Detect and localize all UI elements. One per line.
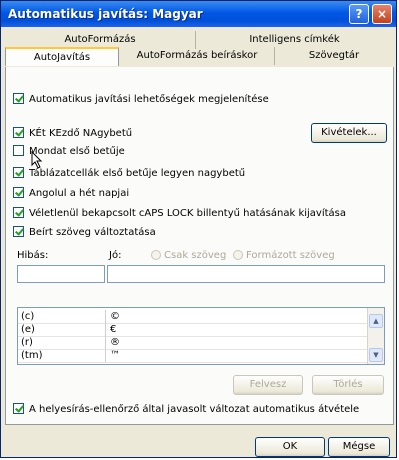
list-scrollbar[interactable]: ▲ ▼ xyxy=(367,308,384,364)
scroll-down-icon[interactable]: ▼ xyxy=(369,348,383,362)
checkbox-box xyxy=(13,207,24,218)
replace-text-checkbox[interactable]: Beírt szöveg változtatása xyxy=(13,226,156,240)
two-initial-caps-checkbox[interactable]: KÉt KEzdő NAgybetű xyxy=(13,127,132,141)
checkbox-label: Mondat első betűje xyxy=(29,146,125,157)
replace-from-input[interactable] xyxy=(17,265,105,283)
radio-formatted-text[interactable]: Formázott szöveg xyxy=(233,250,335,261)
tab-autocorrect[interactable]: AutoJavítás xyxy=(5,47,119,66)
list-item-from: (r) xyxy=(21,336,106,349)
autocorrect-dialog: Automatikus javítás: Magyar ? × AutoForm… xyxy=(0,0,397,458)
checkbox-box xyxy=(13,403,24,414)
checkbox-box xyxy=(13,93,24,104)
radio-button-icon xyxy=(151,250,161,260)
tab-autotext[interactable]: Szövegtár xyxy=(275,47,393,65)
checkbox-box xyxy=(13,226,24,237)
list-item[interactable]: (tm) ™ xyxy=(18,349,369,363)
radio-label: Csak szöveg xyxy=(164,250,227,261)
replace-to-label: Jó: xyxy=(109,250,122,261)
window-title: Automatikus javítás: Magyar xyxy=(8,7,203,21)
checkbox-box xyxy=(13,187,24,198)
list-item-to: € xyxy=(110,324,117,335)
checkbox-box xyxy=(13,127,24,138)
caps-lock-checkbox[interactable]: Véletlenül bekapcsolt cAPS LOCK billenty… xyxy=(13,207,346,221)
help-button[interactable]: ? xyxy=(349,4,369,24)
checkbox-box xyxy=(13,145,24,156)
radio-button-icon xyxy=(233,250,243,260)
checkbox-label: Beírt szöveg változtatása xyxy=(29,227,156,238)
list-item-to: © xyxy=(110,311,120,322)
radio-plain-text[interactable]: Csak szöveg xyxy=(151,250,226,261)
tab-row-front: AutoJavítás AutoFormázás beíráskor Szöve… xyxy=(5,47,394,68)
list-item[interactable]: (c) © xyxy=(18,310,369,324)
checkbox-label: KÉt KEzdő NAgybetű xyxy=(29,128,133,139)
scroll-up-icon[interactable]: ▲ xyxy=(369,314,383,328)
add-button[interactable]: Felvesz xyxy=(233,375,303,395)
list-item-to: ™ xyxy=(110,350,120,361)
list-item-from: (tm) xyxy=(21,349,106,362)
list-item[interactable]: (r) ® xyxy=(18,336,369,350)
checkbox-label: A helyesírás-ellenőrző által javasolt vá… xyxy=(29,404,360,415)
list-item-to: ® xyxy=(110,337,120,348)
table-cells-checkbox[interactable]: Táblázatcellák első betűje legyen nagybe… xyxy=(13,167,245,181)
spell-suggestions-checkbox[interactable]: A helyesírás-ellenőrző által javasolt vá… xyxy=(13,403,359,417)
autocorrect-panel xyxy=(5,67,394,425)
checkbox-label: Véletlenül bekapcsolt cAPS LOCK billenty… xyxy=(29,208,347,219)
tab-autoformat-as-you-type[interactable]: AutoFormázás beíráskor xyxy=(120,47,275,65)
checkbox-label: Angolul a hét napjai xyxy=(29,188,130,199)
replace-from-label: Hibás: xyxy=(17,250,49,261)
cancel-button[interactable]: Mégse xyxy=(328,437,390,457)
ok-button[interactable]: OK xyxy=(255,437,325,457)
replacement-list[interactable]: (c) © (e) € (r) ® (tm) ™ ▲ ▼ xyxy=(17,307,385,365)
checkbox-label: Táblázatcellák első betűje legyen nagybe… xyxy=(29,168,246,179)
exceptions-button[interactable]: Kivételek... xyxy=(311,123,387,143)
checkbox-label: Automatikus javítási lehetőségek megjele… xyxy=(29,94,269,105)
title-bar[interactable]: Automatikus javítás: Magyar ? × xyxy=(1,1,396,27)
list-item-from: (c) xyxy=(21,310,106,323)
day-names-checkbox[interactable]: Angolul a hét napjai xyxy=(13,187,129,201)
list-item-from: (e) xyxy=(21,323,106,336)
delete-button[interactable]: Törlés xyxy=(312,375,384,395)
show-buttons-checkbox[interactable]: Automatikus javítási lehetőségek megjele… xyxy=(13,93,269,107)
radio-label: Formázott szöveg xyxy=(246,250,335,261)
replace-to-input[interactable] xyxy=(107,265,385,283)
checkbox-box xyxy=(13,167,24,178)
sentence-first-checkbox[interactable]: Mondat első betűje xyxy=(13,145,125,159)
list-item[interactable]: (e) € xyxy=(18,323,369,337)
close-button[interactable]: × xyxy=(372,4,392,24)
